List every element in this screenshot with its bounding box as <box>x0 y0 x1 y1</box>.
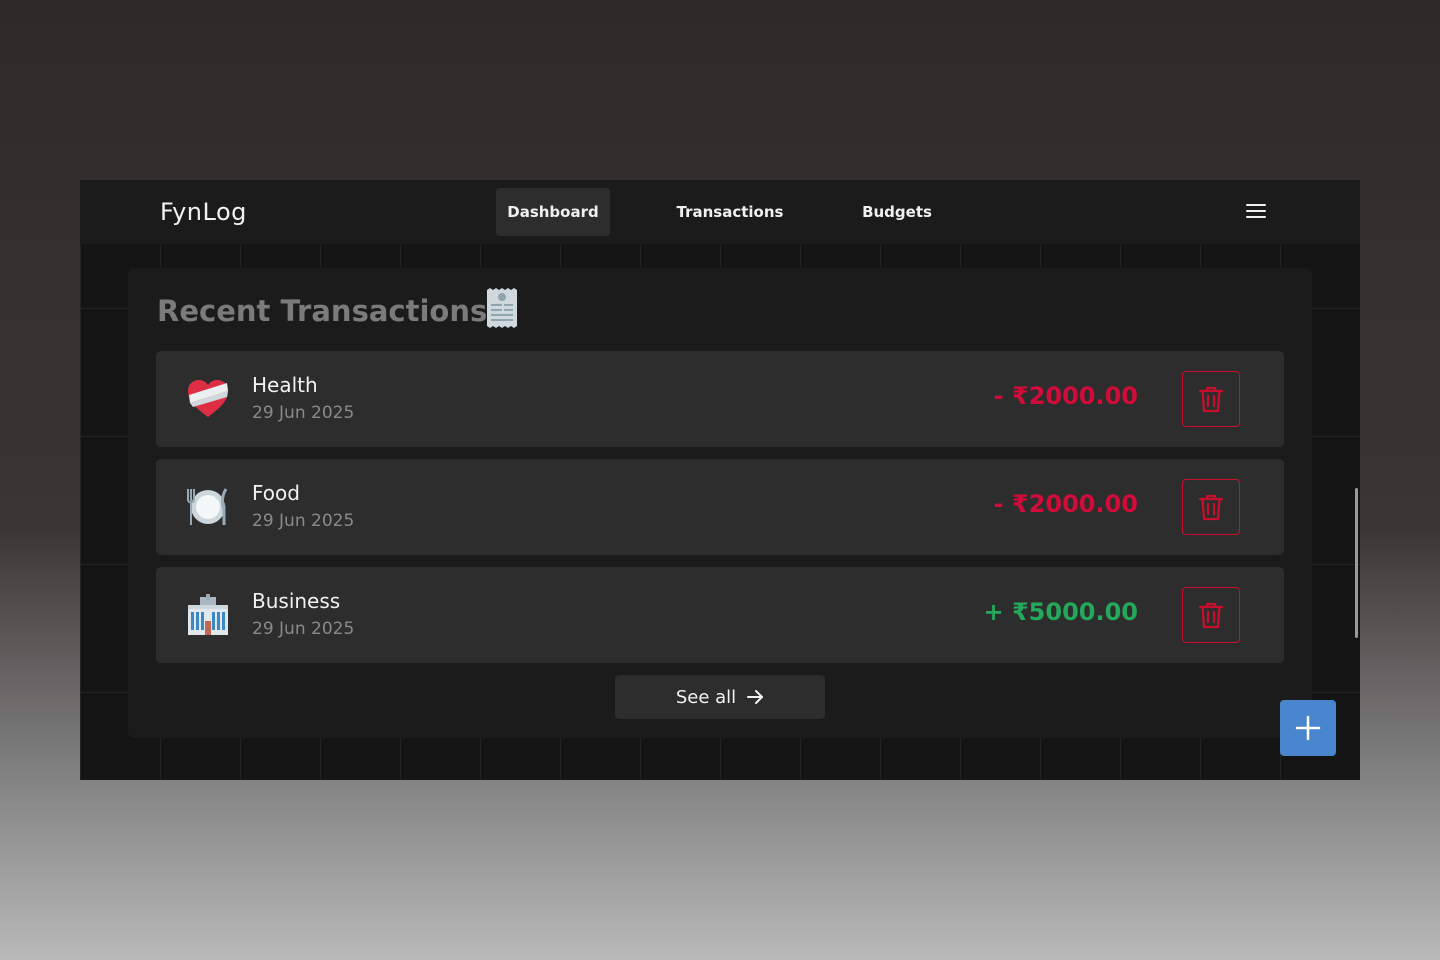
recent-transactions-card: Recent Transactions Health 29 Jun 2025 -… <box>128 268 1312 738</box>
trash-icon <box>1198 386 1224 413</box>
receipt-icon <box>487 288 517 328</box>
section-title: Recent Transactions <box>157 294 488 328</box>
office-building-icon <box>188 594 228 635</box>
transaction-date: 29 Jun 2025 <box>252 511 355 531</box>
transaction-category: Food <box>252 481 300 505</box>
transaction-amount: + ₹5000.00 <box>983 598 1138 626</box>
brand-logo[interactable]: FynLog <box>160 198 247 226</box>
mending-heart-icon <box>188 380 228 417</box>
add-transaction-button[interactable] <box>1280 700 1336 756</box>
delete-button[interactable] <box>1182 479 1240 535</box>
delete-button[interactable] <box>1182 587 1240 643</box>
nav-budgets[interactable]: Budgets <box>850 188 944 236</box>
delete-button[interactable] <box>1182 371 1240 427</box>
transaction-date: 29 Jun 2025 <box>252 403 355 423</box>
app-window: FynLog Dashboard Transactions Budgets Re… <box>80 180 1360 780</box>
transaction-date: 29 Jun 2025 <box>252 619 355 639</box>
hamburger-menu-icon[interactable] <box>1246 204 1266 220</box>
see-all-button[interactable]: See all <box>615 675 825 719</box>
transaction-row[interactable]: Health 29 Jun 2025 - ₹2000.00 <box>156 351 1284 447</box>
transaction-amount: - ₹2000.00 <box>993 490 1138 518</box>
nav-transactions[interactable]: Transactions <box>664 188 796 236</box>
page-scrollbar[interactable] <box>1355 488 1358 638</box>
arrow-right-icon <box>747 690 764 704</box>
transaction-row[interactable]: Business 29 Jun 2025 + ₹5000.00 <box>156 567 1284 663</box>
transaction-amount: - ₹2000.00 <box>993 382 1138 410</box>
transaction-category: Business <box>252 589 341 613</box>
plus-icon <box>1295 715 1321 741</box>
trash-icon <box>1198 602 1224 629</box>
trash-icon <box>1198 494 1224 521</box>
fork-knife-plate-icon <box>187 488 228 525</box>
see-all-label: See all <box>675 686 737 708</box>
transaction-category: Health <box>252 373 318 397</box>
top-navbar: FynLog Dashboard Transactions Budgets <box>80 180 1360 244</box>
transaction-row[interactable]: Food 29 Jun 2025 - ₹2000.00 <box>156 459 1284 555</box>
nav-dashboard[interactable]: Dashboard <box>496 188 610 236</box>
